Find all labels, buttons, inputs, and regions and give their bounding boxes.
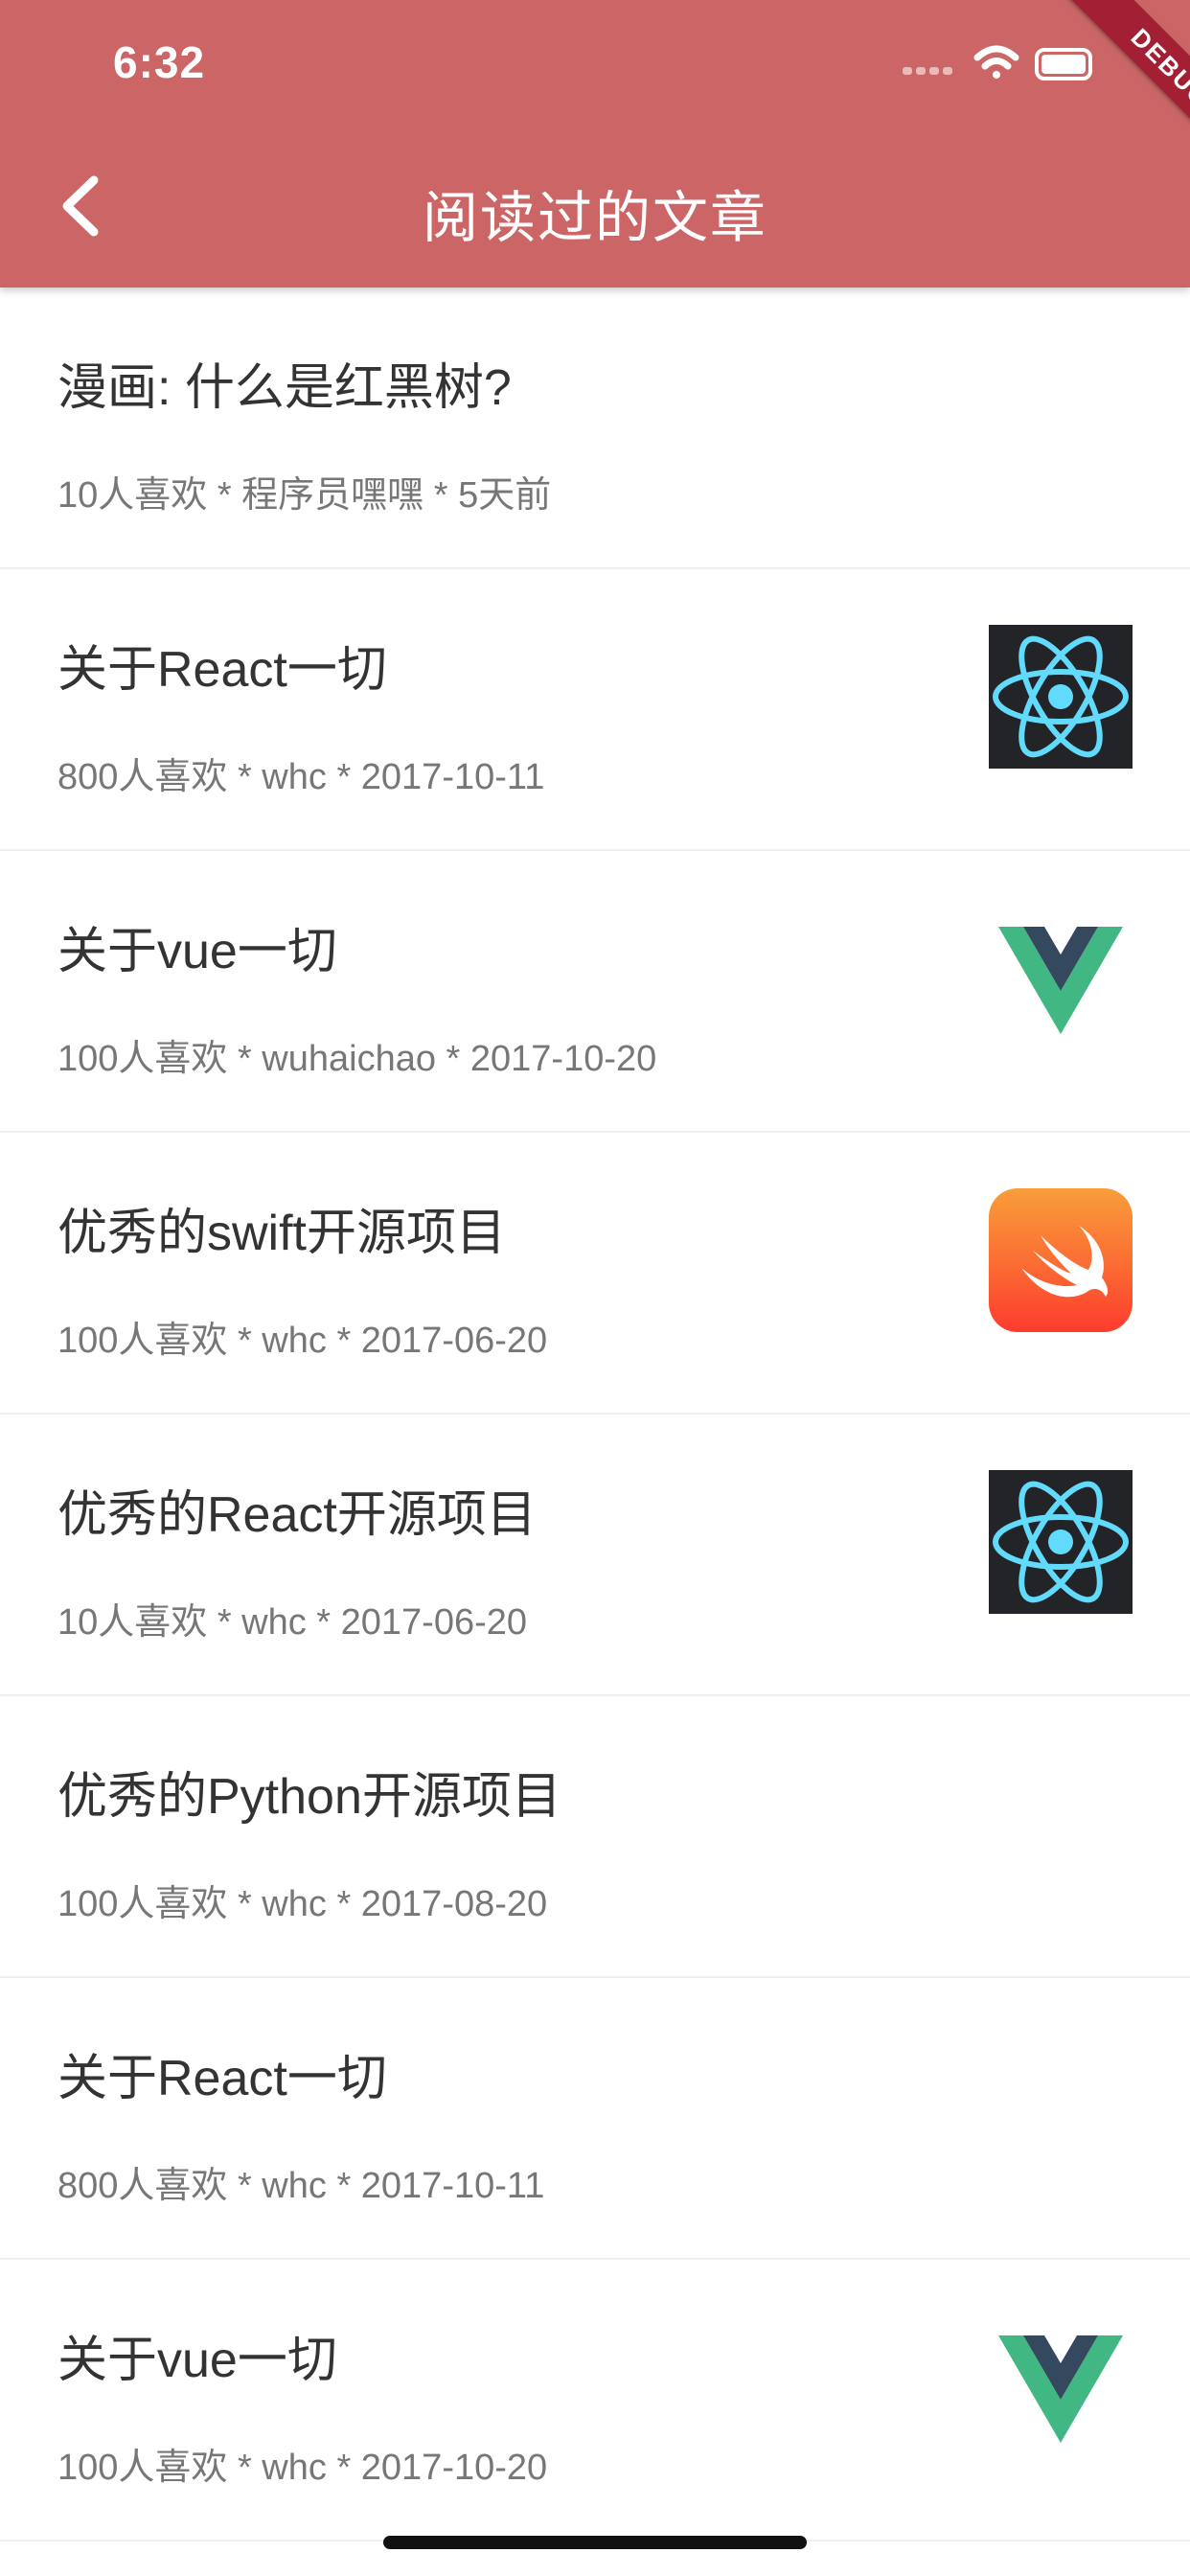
- swift-logo-thumbnail: [989, 1188, 1133, 1332]
- vue-logo-thumbnail: [989, 2315, 1133, 2459]
- article-meta: 10人喜欢 * whc * 2017-06-20: [57, 1602, 528, 1643]
- article-meta: 10人喜欢 * 程序员嘿嘿 * 5天前: [57, 475, 552, 516]
- react-logo-icon: [993, 635, 1129, 758]
- article-meta: 800人喜欢 * whc * 2017-10-11: [57, 757, 545, 797]
- article-item[interactable]: 关于vue一切 100人喜欢 * wuhaichao * 2017-10-20: [0, 851, 1190, 1133]
- article-title: 优秀的Python开源项目: [57, 1769, 561, 1825]
- article-title: 优秀的React开源项目: [57, 1487, 537, 1543]
- article-item[interactable]: 优秀的React开源项目 10人喜欢 * whc * 2017-06-20: [0, 1414, 1190, 1696]
- vue-logo-thumbnail: [989, 907, 1133, 1050]
- swift-logo-icon: [1021, 1226, 1109, 1298]
- article-title: 关于React一切: [57, 642, 387, 698]
- battery-icon: [1035, 48, 1092, 80]
- article-meta: 100人喜欢 * whc * 2017-06-20: [57, 1321, 548, 1361]
- app-bar: 6:32 阅读过的文章: [0, 0, 1190, 288]
- page-title: 阅读过的文章: [422, 187, 767, 249]
- article-title: 关于React一切: [57, 2051, 387, 2106]
- article-meta: 100人喜欢 * whc * 2017-10-20: [57, 2448, 548, 2488]
- vue-logo-icon: [998, 926, 1123, 1034]
- article-title: 关于vue一切: [57, 924, 337, 979]
- article-item[interactable]: 优秀的swift开源项目 100人喜欢 * whc * 2017-06-20: [0, 1133, 1190, 1414]
- home-indicator[interactable]: [383, 2536, 807, 2549]
- article-meta: 800人喜欢 * whc * 2017-10-11: [57, 2166, 545, 2206]
- react-logo-thumbnail: [989, 625, 1133, 769]
- article-item[interactable]: 关于React一切 800人喜欢 * whc * 2017-10-11: [0, 569, 1190, 851]
- article-item[interactable]: 关于React一切 800人喜欢 * whc * 2017-10-11: [0, 1978, 1190, 2260]
- article-item[interactable]: 关于vue一切 100人喜欢 * whc * 2017-10-20: [0, 2260, 1190, 2542]
- article-item[interactable]: 漫画: 什么是红黑树? 10人喜欢 * 程序员嘿嘿 * 5天前: [0, 288, 1190, 569]
- article-item[interactable]: 优秀的Python开源项目 100人喜欢 * whc * 2017-08-20: [0, 1696, 1190, 1978]
- wifi-icon: [973, 45, 1019, 79]
- status-icons: [903, 45, 1092, 80]
- article-title: 漫画: 什么是红黑树?: [57, 360, 512, 416]
- article-title: 关于vue一切: [57, 2333, 337, 2388]
- article-meta: 100人喜欢 * wuhaichao * 2017-10-20: [57, 1039, 657, 1079]
- react-logo-icon: [993, 1481, 1129, 1603]
- react-logo-thumbnail: [989, 1470, 1133, 1614]
- article-list: 漫画: 什么是红黑树? 10人喜欢 * 程序员嘿嘿 * 5天前 关于React一…: [0, 288, 1190, 2542]
- article-meta: 100人喜欢 * whc * 2017-08-20: [57, 1884, 548, 1924]
- vue-logo-icon: [998, 2334, 1123, 2443]
- article-title: 优秀的swift开源项目: [57, 1206, 507, 1261]
- signal-icon: [903, 67, 952, 75]
- status-time: 6:32: [113, 37, 206, 87]
